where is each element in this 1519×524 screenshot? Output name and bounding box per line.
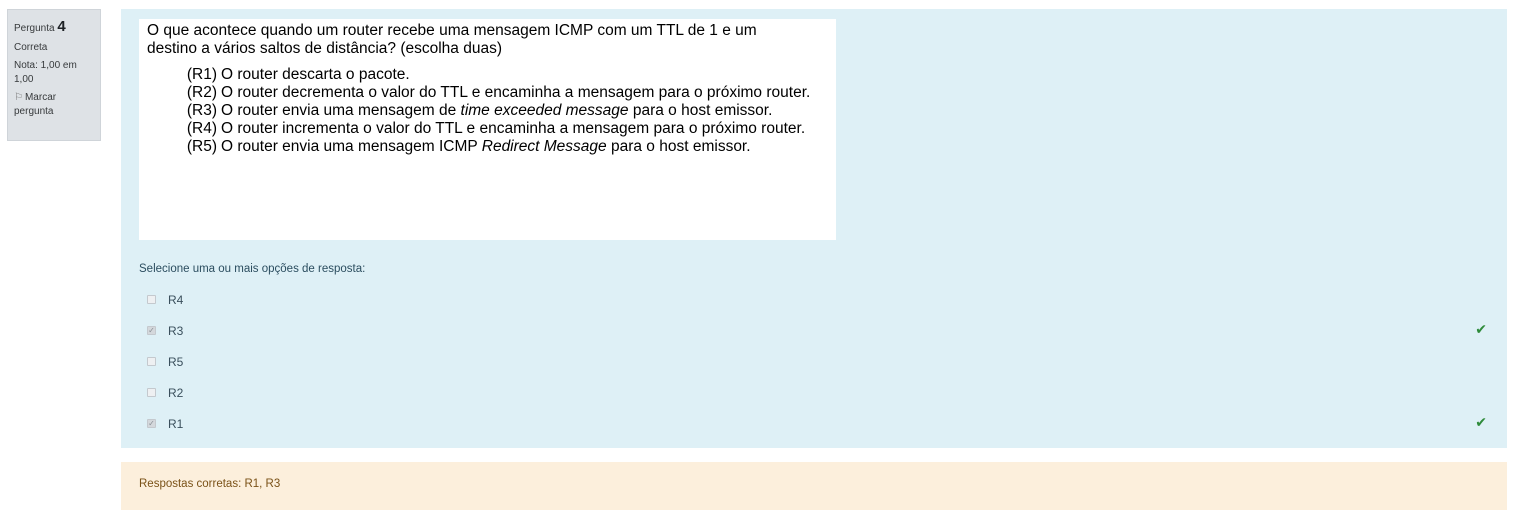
question-info-panel: Pergunta 4 Correta Nota: 1,00 em 1,00 ⚐ M…: [7, 9, 101, 141]
question-option-tag: (R1): [186, 66, 217, 83]
question-options-list: (R1) O router descarta o pacote. (R2) O rou…: [147, 66, 828, 156]
answer-label: R5: [168, 354, 184, 369]
answer-option-r3[interactable]: ✓ R3 ✔: [147, 315, 1487, 346]
question-state: Correta: [14, 42, 48, 53]
flag-icon: ⚐: [14, 92, 23, 103]
question-option-text: O router descarta o pacote.: [221, 66, 410, 83]
answer-checkbox[interactable]: ✓: [147, 419, 156, 428]
answer-label: R2: [168, 385, 184, 400]
question-option-text: O router envia uma mensagem de time exce…: [221, 102, 773, 119]
answer-prompt: Selecione uma ou mais opções de resposta…: [139, 263, 366, 275]
question-option-tag: (R2): [186, 84, 217, 101]
question-option-text: O router envia uma mensagem ICMP Redirec…: [221, 138, 751, 155]
answer-label: R4: [168, 292, 184, 307]
question-option-tag: (R5): [186, 138, 217, 155]
answer-options: R4 ✓ R3 ✔ R5 R2 ✓ R1 ✔: [147, 284, 1487, 439]
answer-option-r2[interactable]: R2: [147, 377, 1487, 408]
question-option-tag: (R4): [186, 120, 217, 137]
answer-option-r5[interactable]: R5: [147, 346, 1487, 377]
answer-checkbox[interactable]: [147, 357, 156, 366]
question-number: Pergunta 4: [14, 16, 94, 37]
question-label: Pergunta: [14, 23, 55, 34]
answer-checkbox[interactable]: [147, 295, 156, 304]
answer-label: R3: [168, 323, 184, 338]
answer-option-r1[interactable]: ✓ R1 ✔: [147, 408, 1487, 439]
question-option-text: O router decrementa o valor do TTL e enc…: [221, 84, 811, 101]
question-number-value: 4: [57, 18, 66, 35]
answer-label: R1: [168, 416, 184, 431]
question-option-3: (R3) O router envia uma mensagem de time …: [147, 102, 828, 120]
question-stem-line-1: O que acontece quando um router recebe u…: [147, 22, 757, 39]
answer-checkbox[interactable]: [147, 388, 156, 397]
question-stem-line-2: destino a vários saltos de distância? (e…: [147, 40, 502, 57]
question-option-5: (R5) O router envia uma mensagem ICMP Red…: [147, 138, 828, 156]
check-icon: ✔: [1475, 321, 1487, 337]
check-icon: ✔: [1475, 414, 1487, 430]
question-option-text: O router incrementa o valor do TTL e enc…: [221, 120, 806, 137]
question-option-4: (R4) O router incrementa o valor do TTL e…: [147, 120, 828, 138]
question-option-1: (R1) O router descarta o pacote.: [147, 66, 828, 84]
question-option-tag: (R3): [186, 102, 217, 119]
question-stem: O que acontece quando um router recebe u…: [147, 22, 828, 58]
flag-question-link[interactable]: ⚐ Marcar pergunta: [14, 91, 94, 119]
answer-option-r4[interactable]: R4: [147, 284, 1487, 315]
question-formulation: O que acontece quando um router recebe u…: [121, 9, 1507, 448]
feedback-box: Respostas corretas: R1, R3: [121, 462, 1507, 510]
question-grade: Nota: 1,00 em 1,00: [14, 60, 77, 85]
question-image: O que acontece quando um router recebe u…: [139, 19, 836, 240]
right-answer-text: Respostas corretas: R1, R3: [139, 478, 281, 490]
answer-checkbox[interactable]: ✓: [147, 326, 156, 335]
question-option-2: (R2) O router decrementa o valor do TTL e…: [147, 84, 828, 102]
